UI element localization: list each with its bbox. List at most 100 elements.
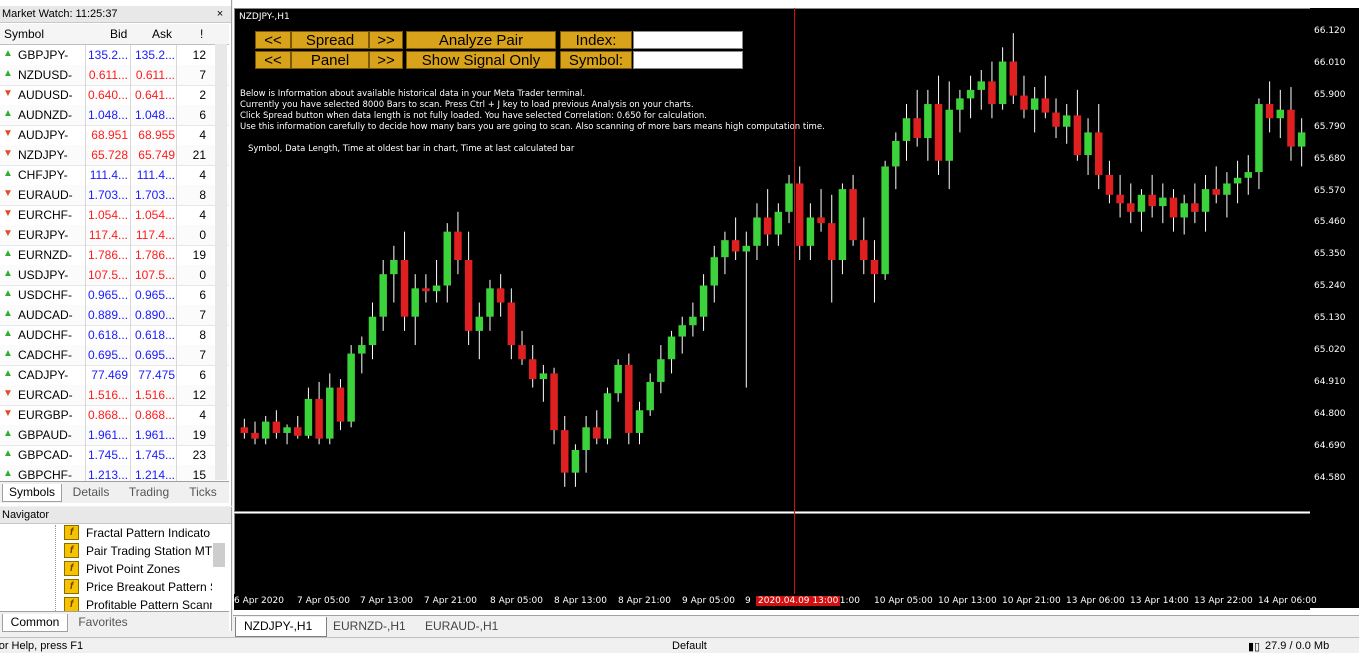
next-button-2[interactable]: >> <box>369 51 403 69</box>
tab-common[interactable]: Common <box>2 614 68 632</box>
column-divider <box>176 325 177 345</box>
y-tick-label: 65.900 <box>1314 89 1346 100</box>
chart-tab[interactable]: EURNZD-,H1 <box>325 617 414 636</box>
indicator-subwindow[interactable] <box>234 513 1312 595</box>
symbol-row[interactable]: ▼ EURCAD- 1.516... 1.516... 12 <box>0 385 229 406</box>
symbol-row[interactable]: ▼ EURJPY- 117.4... 117.4... 0 <box>0 225 229 246</box>
symbol-row[interactable]: ▼ AUDUSD- 0.640... 0.641... 2 <box>0 85 229 106</box>
symbol-name: AUDUSD- <box>18 88 73 102</box>
spread-button[interactable]: Spread <box>291 31 369 49</box>
tree-connector <box>55 525 56 625</box>
symbol-row[interactable]: ▲ AUDNZD- 1.048... 1.048... 6 <box>0 105 229 126</box>
spread-value: 19 <box>192 428 206 442</box>
candle-body <box>1084 132 1092 156</box>
column-divider <box>130 85 131 105</box>
arrow-up-icon: ▲ <box>3 468 13 479</box>
candle-body <box>1201 189 1210 212</box>
column-divider <box>85 125 86 145</box>
column-divider <box>176 185 177 205</box>
symbol-row[interactable]: ▼ NZDJPY- 65.728 65.749 21 <box>0 145 229 166</box>
symbol-row[interactable]: ▲ NZDUSD- 0.611... 0.611... 7 <box>0 65 229 86</box>
arrow-down-icon: ▼ <box>3 148 13 159</box>
ask-price: 0.695... <box>134 348 175 362</box>
symbol-row[interactable]: ▲ USDCHF- 0.965... 0.965... 6 <box>0 285 229 306</box>
symbol-row[interactable]: ▲ CADCHF- 0.695... 0.695... 7 <box>0 345 229 366</box>
candle-body <box>1255 104 1263 173</box>
panel-button[interactable]: Panel <box>291 51 369 69</box>
chart-tab[interactable]: NZDJPY-,H1 <box>235 617 327 637</box>
candle-body <box>432 285 441 292</box>
navigator-item[interactable]: f Price Breakout Pattern S <box>64 578 212 596</box>
status-profile: Default <box>672 640 707 652</box>
indicator-icon: f <box>64 579 79 594</box>
navigator-item[interactable]: f Fractal Pattern Indicato <box>64 524 212 542</box>
column-divider <box>130 445 131 465</box>
spread-value: 8 <box>199 188 206 202</box>
column-divider <box>176 45 177 65</box>
tab-details[interactable]: Details <box>64 484 118 501</box>
y-tick-label: 64.910 <box>1314 376 1346 387</box>
index-field[interactable] <box>633 31 743 49</box>
navigator-item-label: Pair Trading Station MT <box>86 544 212 558</box>
column-divider <box>130 225 131 245</box>
candle-body <box>1148 194 1156 207</box>
close-icon[interactable]: × <box>214 8 226 20</box>
symbol-name: CHFJPY- <box>18 168 68 182</box>
symbol-row[interactable]: ▲ AUDCAD- 0.889... 0.890... 7 <box>0 305 229 326</box>
symbol-row[interactable]: ▼ EURAUD- 1.703... 1.703... 8 <box>0 185 229 206</box>
column-symbol[interactable]: Symbol <box>4 27 44 41</box>
chart-tab[interactable]: EURAUD-,H1 <box>417 617 506 636</box>
prev-button-2[interactable]: << <box>255 51 291 69</box>
tab-trading[interactable]: Trading <box>122 484 176 501</box>
candle-body <box>635 410 644 433</box>
column-divider <box>85 305 86 325</box>
symbol-row[interactable]: ▲ AUDCHF- 0.618... 0.618... 8 <box>0 325 229 346</box>
tab-favorites[interactable]: Favorites <box>70 614 136 631</box>
spread-value: 15 <box>192 468 206 482</box>
symbol-field[interactable] <box>633 51 743 69</box>
column-divider <box>85 265 86 285</box>
ask-price: 1.961... <box>134 428 175 442</box>
x-tick-label: 10 Apr 05:00 <box>874 596 933 606</box>
arrow-up-icon: ▲ <box>3 268 13 279</box>
candle-body <box>315 398 323 439</box>
arrow-up-icon: ▲ <box>3 328 13 339</box>
price-chart[interactable]: NZDJPY-,H1 << Spread >> Analyze Pair Ind… <box>234 8 1312 512</box>
info-line: Currently you have selected 8000 Bars to… <box>240 100 694 110</box>
symbol-name: EURNZD- <box>18 248 72 262</box>
column-bid[interactable]: Bid <box>110 27 127 41</box>
scrollbar[interactable] <box>215 44 227 480</box>
scrollbar-thumb[interactable] <box>213 543 225 567</box>
symbol-row[interactable]: ▲ USDJPY- 107.5... 107.5... 0 <box>0 265 229 286</box>
crosshair-time-label: 2020.04.09 13:00 <box>756 596 841 606</box>
column-ask[interactable]: Ask <box>152 27 172 41</box>
spread-value: 8 <box>199 328 206 342</box>
next-button[interactable]: >> <box>369 31 403 49</box>
column-divider <box>85 45 86 65</box>
tab-symbols[interactable]: Symbols <box>2 484 62 502</box>
symbol-row[interactable]: ▼ AUDJPY- 68.951 68.955 4 <box>0 125 229 146</box>
candle-body <box>699 285 708 317</box>
column-divider <box>176 225 177 245</box>
candle-body <box>496 288 505 303</box>
symbol-row[interactable]: ▲ EURNZD- 1.786... 1.786... 19 <box>0 245 229 266</box>
symbol-row[interactable]: ▲ GBPAUD- 1.961... 1.961... 19 <box>0 425 229 446</box>
ask-price: 1.786... <box>134 248 175 262</box>
navigator-item[interactable]: f Pivot Point Zones <box>64 560 212 578</box>
chart-tabs: NZDJPY-,H1 EURNZD-,H1 EURAUD-,H1 <box>233 615 1359 638</box>
symbol-row[interactable]: ▼ EURCHF- 1.054... 1.054... 4 <box>0 205 229 226</box>
bid-price: 107.5... <box>88 268 128 282</box>
tab-ticks[interactable]: Ticks <box>180 484 226 501</box>
column-spread[interactable]: ! <box>200 27 203 41</box>
prev-button[interactable]: << <box>255 31 291 49</box>
symbol-name: EURCAD- <box>18 388 73 402</box>
symbol-row[interactable]: ▲ GBPJPY- 135.2... 135.2... 12 <box>0 45 229 66</box>
symbol-row[interactable]: ▲ CHFJPY- 111.4... 111.4... 4 <box>0 165 229 186</box>
symbol-row[interactable]: ▼ EURGBP- 0.868... 0.868... 4 <box>0 405 229 426</box>
indicator-icon: f <box>64 525 79 540</box>
symbol-row[interactable]: ▲ CADJPY- 77.469 77.475 6 <box>0 365 229 386</box>
symbol-row[interactable]: ▲ GBPCAD- 1.745... 1.745... 23 <box>0 445 229 466</box>
show-signal-button[interactable]: Show Signal Only <box>406 51 556 69</box>
analyze-pair-button[interactable]: Analyze Pair <box>406 31 556 49</box>
navigator-item[interactable]: f Pair Trading Station MT <box>64 542 212 560</box>
